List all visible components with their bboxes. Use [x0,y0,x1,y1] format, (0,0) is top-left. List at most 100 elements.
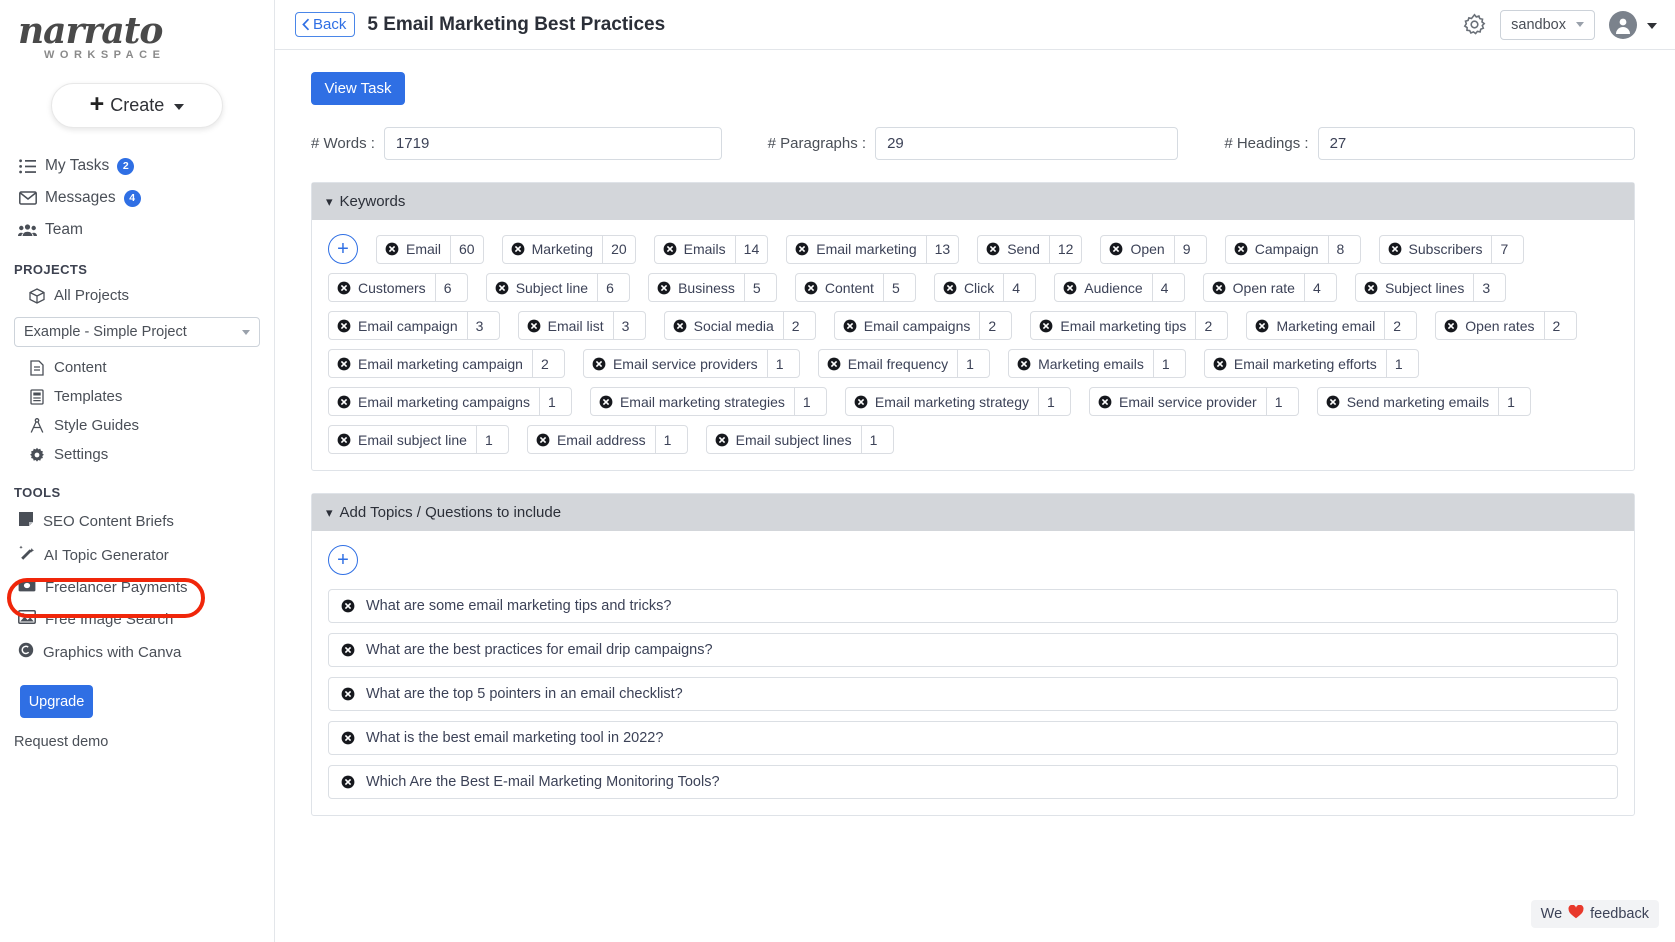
remove-keyword-icon[interactable] [1212,281,1226,295]
remove-question-icon[interactable] [341,775,355,789]
sidebar-item-settings[interactable]: Settings [0,440,274,469]
keyword-chip[interactable]: Email service provider1 [1089,387,1299,416]
question-row[interactable]: What are some email marketing tips and t… [328,589,1618,623]
request-demo-link[interactable]: Request demo [14,734,274,750]
keyword-chip[interactable]: Email marketing efforts1 [1204,349,1419,378]
question-row[interactable]: Which Are the Best E-mail Marketing Moni… [328,765,1618,799]
keyword-chip[interactable]: Customers6 [328,273,468,302]
remove-question-icon[interactable] [341,731,355,745]
keyword-chip[interactable]: Email marketing strategy1 [845,387,1071,416]
sidebar-item-graphics-with-canva[interactable]: Graphics with Canva [0,635,274,669]
remove-question-icon[interactable] [341,687,355,701]
remove-keyword-icon[interactable] [1098,395,1112,409]
keyword-chip[interactable]: Email campaigns2 [834,311,1013,340]
keyword-chip[interactable]: Email marketing13 [786,235,959,264]
keyword-chip[interactable]: Open rates2 [1435,311,1576,340]
remove-keyword-icon[interactable] [337,433,351,447]
remove-keyword-icon[interactable] [795,242,809,256]
brand-logo[interactable]: narrato WORKSPACE [0,0,274,61]
sidebar-item-messages[interactable]: Messages 4 [0,182,274,214]
keyword-chip[interactable]: Emails14 [654,235,769,264]
remove-keyword-icon[interactable] [673,319,687,333]
remove-keyword-icon[interactable] [986,242,1000,256]
remove-keyword-icon[interactable] [827,357,841,371]
sidebar-item-style-guides[interactable]: Style Guides [0,411,274,440]
back-button[interactable]: Back [295,12,355,37]
keyword-chip[interactable]: Email service providers1 [583,349,800,378]
remove-keyword-icon[interactable] [804,281,818,295]
keyword-chip[interactable]: Email marketing strategies1 [590,387,827,416]
keyword-chip[interactable]: Email subject line1 [328,425,509,454]
sidebar-item-team[interactable]: Team [0,214,274,246]
keyword-chip[interactable]: Email subject lines1 [706,425,894,454]
sidebar-item-free-image-search[interactable]: Free Image Search [0,603,274,635]
remove-keyword-icon[interactable] [527,319,541,333]
remove-keyword-icon[interactable] [943,281,957,295]
project-select[interactable]: Example - Simple Project [14,317,260,347]
keyword-chip[interactable]: Email address1 [527,425,688,454]
keyword-chip[interactable]: Email frequency1 [818,349,990,378]
keyword-chip[interactable]: Subject line6 [486,273,630,302]
keyword-chip[interactable]: Email marketing campaign2 [328,349,565,378]
keyword-chip[interactable]: Social media2 [664,311,816,340]
remove-keyword-icon[interactable] [1017,357,1031,371]
remove-keyword-icon[interactable] [337,319,351,333]
remove-keyword-icon[interactable] [1364,281,1378,295]
remove-keyword-icon[interactable] [1326,395,1340,409]
remove-keyword-icon[interactable] [337,395,351,409]
question-row[interactable]: What are the top 5 pointers in an email … [328,677,1618,711]
sidebar-item-templates[interactable]: Templates [0,382,274,411]
keyword-chip[interactable]: Audience4 [1054,273,1184,302]
remove-keyword-icon[interactable] [1255,319,1269,333]
remove-keyword-icon[interactable] [1039,319,1053,333]
remove-keyword-icon[interactable] [843,319,857,333]
add-keyword-button[interactable]: + [328,234,358,264]
view-task-button[interactable]: View Task [311,72,405,105]
sidebar-item-seo-content-briefs[interactable]: SEO Content Briefs [0,504,274,538]
keyword-chip[interactable]: Email marketing tips2 [1030,311,1228,340]
words-input[interactable]: 1719 [384,127,722,160]
remove-keyword-icon[interactable] [1109,242,1123,256]
keyword-chip[interactable]: Email marketing campaigns1 [328,387,572,416]
remove-keyword-icon[interactable] [337,357,351,371]
question-row[interactable]: What is the best email marketing tool in… [328,721,1618,755]
remove-keyword-icon[interactable] [1213,357,1227,371]
remove-question-icon[interactable] [341,643,355,657]
topics-panel-header[interactable]: ▾ Add Topics / Questions to include [312,494,1634,531]
headings-input[interactable]: 27 [1318,127,1635,160]
sidebar-item-freelancer-payments[interactable]: Freelancer Payments [0,572,274,603]
keyword-chip[interactable]: Open9 [1100,235,1206,264]
settings-gear-icon[interactable] [1463,13,1486,36]
sidebar-item-all-projects[interactable]: All Projects [0,281,274,310]
remove-keyword-icon[interactable] [495,281,509,295]
keyword-chip[interactable]: Email campaign3 [328,311,500,340]
keyword-chip[interactable]: Send marketing emails1 [1317,387,1531,416]
keyword-chip[interactable]: Email60 [376,235,484,264]
workspace-select[interactable]: sandbox [1500,10,1595,40]
remove-keyword-icon[interactable] [715,433,729,447]
create-button[interactable]: + Create [51,83,223,128]
remove-keyword-icon[interactable] [663,242,677,256]
paragraphs-input[interactable]: 29 [875,127,1178,160]
remove-keyword-icon[interactable] [337,281,351,295]
keyword-chip[interactable]: Subject lines3 [1355,273,1506,302]
keyword-chip[interactable]: Subscribers7 [1379,235,1525,264]
remove-keyword-icon[interactable] [385,242,399,256]
remove-keyword-icon[interactable] [1234,242,1248,256]
keywords-panel-header[interactable]: ▾ Keywords [312,183,1634,220]
remove-keyword-icon[interactable] [1063,281,1077,295]
remove-question-icon[interactable] [341,599,355,613]
keyword-chip[interactable]: Marketing emails1 [1008,349,1186,378]
keyword-chip[interactable]: Open rate4 [1203,273,1337,302]
add-topic-button[interactable]: + [328,545,358,575]
keyword-chip[interactable]: Campaign8 [1225,235,1361,264]
keyword-chip[interactable]: Email list3 [518,311,646,340]
user-menu[interactable] [1609,11,1657,39]
keyword-chip[interactable]: Click4 [934,273,1036,302]
upgrade-button[interactable]: Upgrade [20,685,93,718]
keyword-chip[interactable]: Send12 [977,235,1082,264]
sidebar-item-ai-topic-generator[interactable]: AI Topic Generator [0,538,274,572]
remove-keyword-icon[interactable] [511,242,525,256]
feedback-widget[interactable]: We feedback [1531,900,1659,928]
remove-keyword-icon[interactable] [657,281,671,295]
